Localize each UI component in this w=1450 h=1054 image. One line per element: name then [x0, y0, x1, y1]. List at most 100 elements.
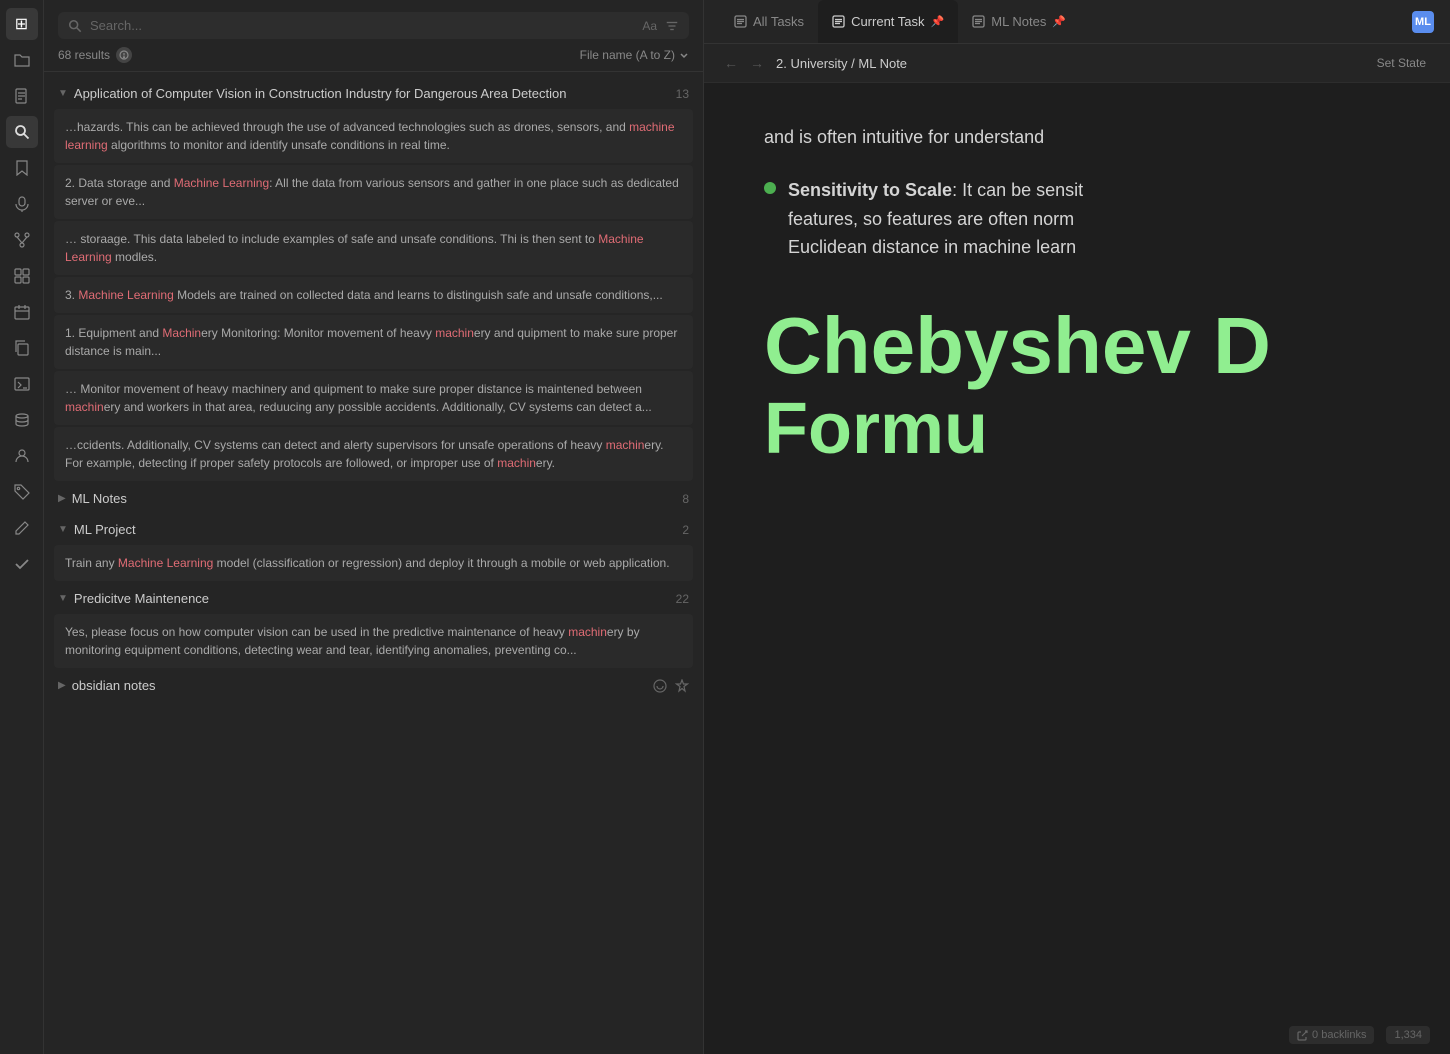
result-group-predictive-items: Yes, please focus on how computer vision…	[54, 614, 693, 668]
forward-button[interactable]: →	[746, 53, 768, 73]
main-content: All Tasks Current Task 📌 ML Notes 📌 ML ←…	[704, 0, 1450, 1054]
chevron-right-icon: ▶	[58, 493, 66, 504]
result-group-predictive: ▼ Predicitve Maintenence 22 Yes, please …	[54, 585, 693, 668]
sort-label: File name (A to Z)	[580, 48, 675, 62]
result-group-obsidian-header[interactable]: ▶ obsidian notes	[54, 672, 693, 699]
obsidian-icon2	[675, 679, 689, 693]
list-item[interactable]: …ccidents. Additionally, CV systems can …	[54, 427, 693, 481]
search-panel: Aa 68 results File name (A to Z) ▼ Appli…	[44, 0, 704, 1054]
user-avatar[interactable]: ML	[1412, 11, 1434, 33]
chevron-down-icon: ▼	[58, 88, 68, 99]
results-count-text: 68 results	[58, 48, 110, 62]
list-item[interactable]: … Monitor movement of heavy machinery an…	[54, 371, 693, 425]
current-task-icon	[832, 15, 845, 28]
calendar-icon[interactable]	[6, 296, 38, 328]
list-item[interactable]: … storaage. This data labeled to include…	[54, 221, 693, 275]
grid-icon[interactable]: ⊞	[6, 8, 38, 40]
search-icon[interactable]	[6, 116, 38, 148]
result-group-ml-notes-count: 8	[682, 492, 689, 506]
list-item[interactable]: Train any Machine Learning model (classi…	[54, 545, 693, 581]
database-icon[interactable]	[6, 404, 38, 436]
check-icon[interactable]	[6, 548, 38, 580]
word-count-value: 1,334	[1394, 1029, 1422, 1041]
list-item[interactable]: 2. Data storage and Machine Learning: Al…	[54, 165, 693, 219]
ml-notes-tab-icon	[972, 15, 985, 28]
result-group-ml-project-header[interactable]: ▼ ML Project 2	[54, 516, 693, 543]
breadcrumb-nav: ← → 2. University / ML Note	[720, 53, 907, 73]
list-item[interactable]: 3. Machine Learning Models are trained o…	[54, 277, 693, 313]
blocks-icon[interactable]	[6, 260, 38, 292]
sort-chevron-icon	[679, 50, 689, 60]
result-group-cv-count: 13	[676, 87, 689, 101]
filter-icon[interactable]	[665, 19, 679, 33]
backlinks-icon	[1297, 1030, 1308, 1041]
tab-current-task[interactable]: Current Task 📌	[818, 0, 958, 43]
word-count-badge: 1,334	[1386, 1026, 1430, 1044]
aa-toggle[interactable]: Aa	[642, 19, 657, 33]
edit-icon[interactable]	[6, 512, 38, 544]
result-group-ml-project-items: Train any Machine Learning model (classi…	[54, 545, 693, 581]
result-group-ml-project-label: ML Project	[74, 522, 136, 537]
tab-ml-notes[interactable]: ML Notes 📌	[958, 0, 1080, 43]
result-group-obsidian-label: obsidian notes	[72, 678, 156, 693]
big-subheading-formula: Formu	[764, 390, 1390, 469]
person-icon[interactable]	[6, 440, 38, 472]
top-nav: All Tasks Current Task 📌 ML Notes 📌 ML	[704, 0, 1450, 44]
sort-control[interactable]: File name (A to Z)	[580, 48, 689, 62]
set-state-button[interactable]: Set State	[1369, 52, 1434, 74]
breadcrumb-current: ML Note	[858, 56, 907, 71]
chevron-down-icon-2: ▼	[58, 524, 68, 535]
results-count: 68 results	[58, 47, 132, 63]
bookmark-icon[interactable]	[6, 152, 38, 184]
list-item[interactable]: Yes, please focus on how computer vision…	[54, 614, 693, 668]
note-content: and is often intuitive for understand Se…	[704, 83, 1450, 1054]
search-input-icon	[68, 19, 82, 33]
terminal-icon[interactable]	[6, 368, 38, 400]
breadcrumb-prefix[interactable]: 2. University	[776, 56, 848, 71]
mic-icon[interactable]	[6, 188, 38, 220]
copy-icon[interactable]	[6, 332, 38, 364]
tab-ml-notes-label: ML Notes	[991, 14, 1046, 29]
result-group-cv-title: ▼ Application of Computer Vision in Cons…	[58, 86, 566, 101]
result-group-predictive-count: 22	[676, 592, 689, 606]
result-group-predictive-label: Predicitve Maintenence	[74, 591, 209, 606]
breadcrumb-arrows: ← →	[720, 53, 768, 73]
note-paragraph-1: and is often intuitive for understand	[764, 123, 1390, 152]
search-controls: 68 results File name (A to Z)	[58, 47, 689, 63]
backlinks-count: 0 backlinks	[1312, 1029, 1366, 1041]
note-bullet-text: Sensitivity to Scale: It can be sensit f…	[788, 176, 1083, 262]
result-group-ml-notes-header[interactable]: ▶ ML Notes 8	[54, 485, 693, 512]
result-group-ml-notes: ▶ ML Notes 8	[54, 485, 693, 512]
folder-icon[interactable]	[6, 44, 38, 76]
tab-all-tasks[interactable]: All Tasks	[720, 0, 818, 43]
big-heading-chebyshev: Chebyshev D	[764, 302, 1390, 390]
list-item[interactable]: 1. Equipment and Machinery Monitoring: M…	[54, 315, 693, 369]
list-item[interactable]: …hazards. This can be achieved through t…	[54, 109, 693, 163]
result-group-obsidian-title: ▶ obsidian notes	[58, 678, 156, 693]
bullet-colon: : It can be sensit	[952, 180, 1083, 200]
bullet-line2: features, so features are often norm	[788, 209, 1074, 229]
tag-icon[interactable]	[6, 476, 38, 508]
bullet-dot	[764, 182, 776, 194]
chevron-right-icon-2: ▶	[58, 680, 66, 691]
left-sidebar: ⊞	[0, 0, 44, 1054]
result-group-cv-label: Application of Computer Vision in Constr…	[74, 86, 567, 101]
breadcrumb-bar: ← → 2. University / ML Note Set State	[704, 44, 1450, 83]
result-group-ml-project-count: 2	[682, 523, 689, 537]
result-group-ml-notes-label: ML Notes	[72, 491, 127, 506]
search-header: Aa 68 results File name (A to Z)	[44, 0, 703, 72]
result-group-cv: ▼ Application of Computer Vision in Cons…	[54, 80, 693, 481]
result-group-predictive-header[interactable]: ▼ Predicitve Maintenence 22	[54, 585, 693, 612]
search-input-wrapper[interactable]: Aa	[58, 12, 689, 39]
backlinks-badge[interactable]: 0 backlinks	[1289, 1026, 1374, 1044]
bullet-line3: Euclidean distance in machine learn	[788, 237, 1076, 257]
result-group-predictive-title: ▼ Predicitve Maintenence	[58, 591, 209, 606]
breadcrumb-path: 2. University / ML Note	[776, 56, 907, 71]
search-input[interactable]	[90, 18, 634, 33]
results-badge	[116, 47, 132, 63]
result-group-cv-header[interactable]: ▼ Application of Computer Vision in Cons…	[54, 80, 693, 107]
back-button[interactable]: ←	[720, 53, 742, 73]
branch-icon[interactable]	[6, 224, 38, 256]
result-group-obsidian: ▶ obsidian notes	[54, 672, 693, 699]
file-icon[interactable]	[6, 80, 38, 112]
